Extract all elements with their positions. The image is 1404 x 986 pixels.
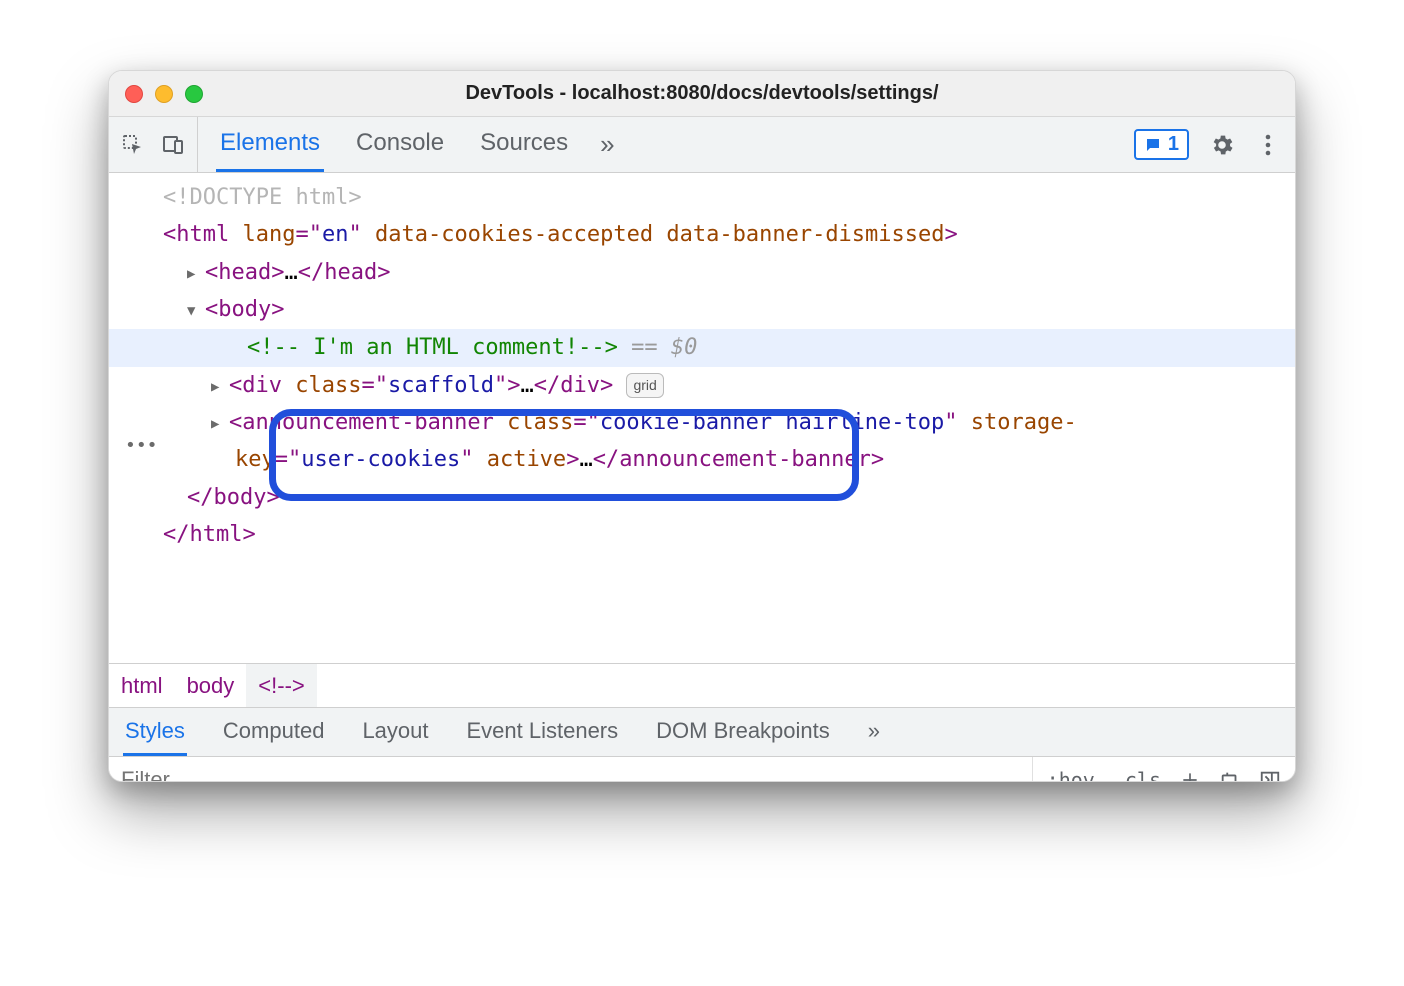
traffic-lights: [125, 85, 203, 103]
ann-tag: announcement-banner: [242, 410, 494, 435]
subtab-computed[interactable]: Computed: [221, 708, 327, 756]
grid-badge[interactable]: grid: [626, 373, 663, 399]
subtab-dom-breakpoints[interactable]: DOM Breakpoints: [654, 708, 832, 756]
html-open-line[interactable]: <html lang="en" data-cookies-accepted da…: [109, 216, 1295, 253]
cls-toggle[interactable]: .cls: [1113, 768, 1161, 783]
window-title: DevTools - localhost:8080/docs/devtools/…: [109, 82, 1295, 105]
expand-head-icon[interactable]: ▶: [187, 263, 205, 287]
ann-class-value: cookie-banner hairline-top: [600, 410, 944, 435]
issues-badge[interactable]: 1: [1134, 129, 1189, 160]
ann-storage-key-value: user-cookies: [301, 447, 460, 472]
tab-sources[interactable]: Sources: [476, 117, 572, 172]
more-tabs-icon[interactable]: »: [600, 129, 614, 160]
head-ellipsis: …: [284, 260, 297, 285]
ann-active-attr: active: [487, 447, 566, 472]
body-close-line[interactable]: </body>: [109, 479, 1295, 516]
scaffold-ellipsis: …: [520, 373, 533, 398]
html-close-line[interactable]: </html>: [109, 516, 1295, 553]
dom-breadcrumbs: html body <!-->: [109, 663, 1295, 707]
subtab-styles[interactable]: Styles: [123, 708, 187, 756]
close-window-button[interactable]: [125, 85, 143, 103]
new-style-rule-icon[interactable]: [1179, 769, 1201, 783]
scaffold-line[interactable]: ▶<div class="scaffold">…</div> grid: [109, 367, 1295, 404]
selected-comment-line[interactable]: <!-- I'm an HTML comment!--> == $0: [109, 329, 1295, 367]
inspect-element-icon[interactable]: [121, 133, 145, 157]
kebab-menu-icon[interactable]: [1255, 132, 1281, 158]
doctype-line[interactable]: <!DOCTYPE html>: [109, 179, 1295, 216]
issues-count: 1: [1168, 133, 1179, 156]
attr-cookies: data-cookies-accepted: [375, 222, 653, 247]
crumb-html[interactable]: html: [109, 664, 175, 707]
more-subtabs-icon[interactable]: »: [866, 708, 882, 756]
device-toggle-icon[interactable]: [161, 133, 185, 157]
ann-close-tag: announcement-banner: [619, 447, 871, 472]
styles-filter-tools: :hov .cls: [1032, 757, 1295, 782]
crumb-comment[interactable]: <!-->: [246, 664, 316, 707]
html-comment: <!-- I'm an HTML comment!-->: [247, 335, 618, 360]
collapse-body-icon[interactable]: ▼: [187, 300, 205, 324]
styles-filter-row: :hov .cls: [109, 757, 1295, 782]
devtools-window: DevTools - localhost:8080/docs/devtools/…: [108, 70, 1296, 782]
computed-panel-toggle-icon[interactable]: [1259, 769, 1281, 783]
tab-console[interactable]: Console: [352, 117, 448, 172]
subtab-event-listeners[interactable]: Event Listeners: [465, 708, 621, 756]
expand-scaffold-icon[interactable]: ▶: [211, 376, 229, 400]
scaffold-class-value: scaffold: [388, 373, 494, 398]
attr-banner-dismissed: data-banner-dismissed: [666, 222, 944, 247]
paint-bucket-icon[interactable]: [1219, 769, 1241, 783]
hov-toggle[interactable]: :hov: [1047, 768, 1095, 783]
elements-tree[interactable]: <!DOCTYPE html> <html lang="en" data-coo…: [109, 173, 1295, 663]
styles-subtabs: Styles Computed Layout Event Listeners D…: [109, 707, 1295, 757]
ann-ellipsis: …: [579, 447, 592, 472]
crumb-body[interactable]: body: [175, 664, 247, 707]
expand-announcement-icon[interactable]: ▶: [211, 413, 229, 437]
minimize-window-button[interactable]: [155, 85, 173, 103]
selection-marker: == $0: [618, 335, 697, 360]
announcement-line-wrap[interactable]: key="user-cookies" active>…</announcemen…: [109, 441, 1295, 478]
styles-filter-input[interactable]: [109, 757, 1032, 782]
toolbar-right: 1: [1134, 117, 1295, 172]
main-tabs: Elements Console Sources: [198, 117, 572, 172]
tab-elements[interactable]: Elements: [216, 117, 324, 172]
announcement-line[interactable]: ▶<announcement-banner class="cookie-bann…: [109, 404, 1295, 441]
body-open-line[interactable]: ▼<body>: [109, 291, 1295, 328]
subtab-layout[interactable]: Layout: [360, 708, 430, 756]
zoom-window-button[interactable]: [185, 85, 203, 103]
attr-lang-value: en: [322, 222, 349, 247]
head-line[interactable]: ▶<head>…</head>: [109, 254, 1295, 291]
settings-icon[interactable]: [1209, 132, 1235, 158]
gutter-ellipsis[interactable]: •••: [125, 431, 158, 462]
main-toolbar: Elements Console Sources » 1: [109, 117, 1295, 173]
toolbar-left: [109, 117, 198, 172]
titlebar: DevTools - localhost:8080/docs/devtools/…: [109, 71, 1295, 117]
